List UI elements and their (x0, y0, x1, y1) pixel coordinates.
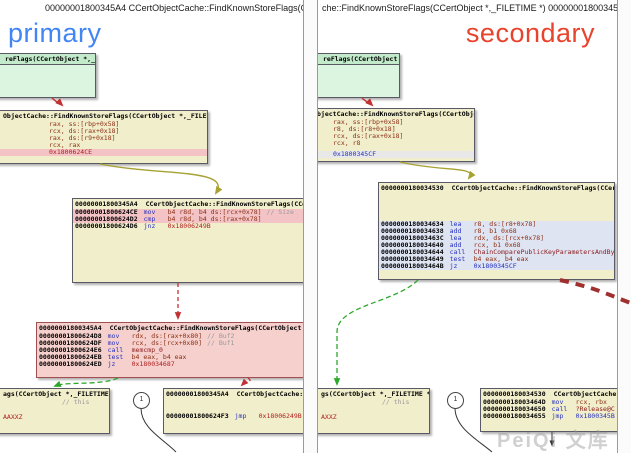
bindiff-flow-graph-window: 00000001800345A4 CCertObjectCache::FindK… (0, 0, 631, 453)
block-spacer (164, 399, 165, 413)
instruction-line[interactable]: rax, ds:[r9+0x18] (0, 135, 207, 142)
primary-label: primary (8, 18, 102, 49)
basic-block-node[interactable]: gs(CCertObject *,_FILETIME *)// this AXXZ (318, 388, 430, 434)
pane-divider[interactable] (303, 0, 318, 453)
basic-block-node[interactable]: reFlags(CCertObject *,_FILETIME *) (0, 53, 96, 98)
basic-block-node[interactable]: 00000001800345A4CCertObjectCache::Find00… (163, 388, 303, 434)
primary-pane[interactable]: 00000001800345A4 CCertObjectCache::FindK… (0, 0, 303, 453)
block-header: 00000001800345A4CCertObjectCache::Find (164, 389, 303, 399)
instruction-line[interactable]: 0000000180034655jmp0x1800345B (481, 413, 617, 420)
instruction-line[interactable]: 000000018003464Bjz0x1800345CF (379, 263, 614, 270)
basic-block-node[interactable]: 00000001800345A4CCertObjectCache::FindKn… (72, 198, 303, 283)
secondary-function-title: che::FindKnownStoreFlags(CCertObject *,_… (322, 3, 617, 13)
block-header: ags(CCertObject *,_FILETIME *) (0, 389, 109, 399)
watermark: PeiQi 文库 (497, 424, 610, 453)
basic-block-node[interactable]: bjectCache::FindKnownStoreFlags(CCertObj… (318, 108, 475, 162)
basic-block-node[interactable]: reFlags(CCertObject *,_FILETIME *) (318, 53, 400, 98)
block-spacer (379, 193, 380, 221)
instruction-line[interactable]: 0x1800624CE (0, 149, 207, 156)
instruction-line[interactable]: // this (318, 399, 429, 406)
primary-function-title: 00000001800345A4 CCertObjectCache::FindK… (45, 3, 303, 13)
instruction-line[interactable]: 00000001800624F3jmp0x18006249B (164, 413, 303, 420)
instruction-line[interactable]: rcx, r8 (318, 140, 474, 147)
block-header: reFlags(CCertObject *,_FILETIME *) (0, 54, 95, 65)
instruction-line[interactable]: rcx, rax (0, 142, 207, 149)
basic-block-node[interactable]: 0000000180034530CCertObjectCache::FindKn… (378, 182, 615, 280)
block-header: reFlags(CCertObject *,_FILETIME *) (318, 54, 399, 65)
basic-block-node[interactable]: ags(CCertObject *,_FILETIME *)// this AAX… (0, 388, 110, 434)
edge-connector[interactable]: 1 (447, 392, 464, 409)
instruction-line[interactable]: // this (0, 399, 109, 406)
basic-block-node[interactable]: ObjectCache::FindKnownStoreFlags(CCertOb… (0, 110, 208, 164)
secondary-label: secondary (466, 18, 595, 49)
instruction-line[interactable]: 00000001800624D6jnz0x18006249B (73, 223, 303, 230)
basic-block-node[interactable]: 00000001800345A4CCertObjectCache::FindKn… (36, 322, 303, 378)
instruction-line[interactable]: AAXXZ (0, 414, 109, 421)
block-header: gs(CCertObject *,_FILETIME *) (318, 389, 429, 399)
right-scrollbar[interactable] (617, 0, 631, 453)
edge-connector[interactable]: 1 (133, 392, 150, 409)
instruction-line[interactable]: AXXZ (318, 414, 429, 421)
instruction-line[interactable]: 00000001800624EDjz0x180034687 (37, 361, 303, 368)
instruction-line[interactable]: 0x1800345CF (318, 151, 474, 158)
block-header: 0000000180034530CCertObjectCache::FindKn… (379, 183, 614, 193)
secondary-pane[interactable]: che::FindKnownStoreFlags(CCertObject *,_… (318, 0, 617, 453)
